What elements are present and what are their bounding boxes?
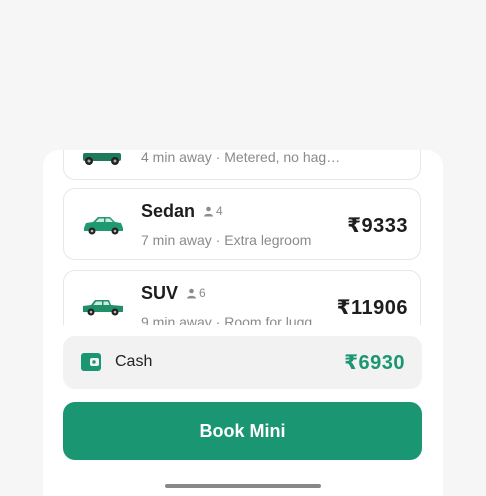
wallet-icon: [81, 353, 101, 371]
ride-eta-description: 9 min away · Room for lugg: [141, 314, 313, 325]
seat-capacity: 6: [186, 286, 206, 300]
person-icon: [204, 206, 213, 216]
bottom-sheet: 4 min away · Metered, no hag… Sedan 4 7 …: [43, 150, 443, 496]
ride-options-list[interactable]: 4 min away · Metered, no hag… Sedan 4 7 …: [43, 150, 443, 325]
seat-count: 6: [199, 286, 206, 300]
sedan-car-icon: [84, 217, 123, 235]
auto-rickshaw-icon: [83, 153, 121, 165]
person-icon: [187, 288, 196, 298]
seat-capacity: 4: [203, 204, 223, 218]
ride-eta-description: 4 min away · Metered, no hag…: [141, 150, 341, 165]
payment-method-label: Cash: [115, 353, 153, 370]
payment-method-selector[interactable]: Cash ₹6930: [63, 336, 422, 389]
ride-option-auto[interactable]: 4 min away · Metered, no hag…: [63, 150, 421, 180]
book-ride-button[interactable]: Book Mini: [63, 402, 422, 460]
ride-option-suv[interactable]: SUV 6 9 min away · Room for lugg ₹11906: [63, 270, 421, 325]
ride-eta-description: 7 min away · Extra legroom: [141, 232, 312, 248]
suv-car-icon: [83, 300, 123, 316]
seat-count: 4: [216, 204, 223, 218]
ride-option-sedan[interactable]: Sedan 4 7 min away · Extra legroom ₹9333: [63, 188, 421, 260]
ride-price: ₹9333: [347, 215, 408, 237]
fare-amount: ₹6930: [344, 352, 405, 374]
ride-price: ₹11906: [336, 297, 408, 319]
home-indicator: [165, 484, 321, 488]
ride-name: Sedan: [141, 201, 196, 221]
ride-name: SUV: [141, 283, 179, 303]
